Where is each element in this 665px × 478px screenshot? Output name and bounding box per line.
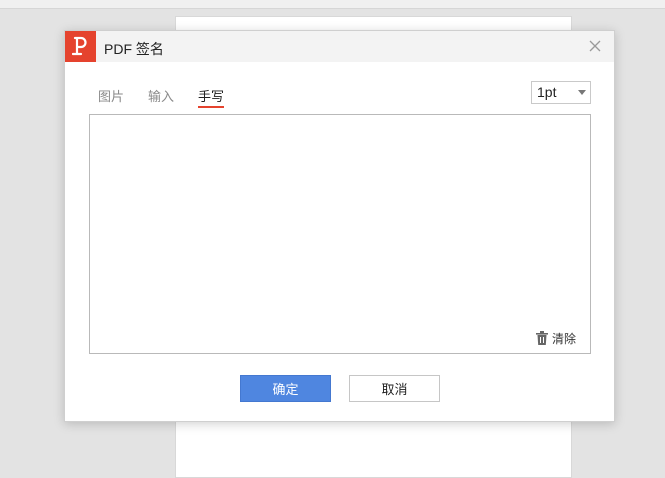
tab-image[interactable]: 图片 [98,86,124,105]
trash-icon [535,331,548,345]
dialog-titlebar: PDF 签名 [65,31,614,62]
chevron-down-icon [578,90,586,95]
dialog-title: PDF 签名 [104,41,164,57]
pen-size-select[interactable]: 1pt [531,81,591,104]
pen-size-value: 1pt [537,84,557,100]
app-toolbar-strip [0,0,665,9]
pdf-signature-dialog: PDF 签名 图片 输入 手写 1pt 清除 确定 取消 [64,30,615,422]
handwriting-canvas[interactable]: 清除 [89,114,591,354]
cancel-button[interactable]: 取消 [349,375,440,402]
close-icon[interactable] [584,35,606,57]
tab-handwrite-label: 手写 [198,89,225,104]
active-tab-indicator [198,106,225,108]
clear-label: 清除 [551,331,576,346]
tab-input[interactable]: 输入 [148,86,174,105]
confirm-button[interactable]: 确定 [240,375,331,402]
clear-button[interactable]: 清除 [535,330,576,346]
pdf-logo-icon [65,31,96,62]
tab-handwrite[interactable]: 手写 [198,86,225,108]
